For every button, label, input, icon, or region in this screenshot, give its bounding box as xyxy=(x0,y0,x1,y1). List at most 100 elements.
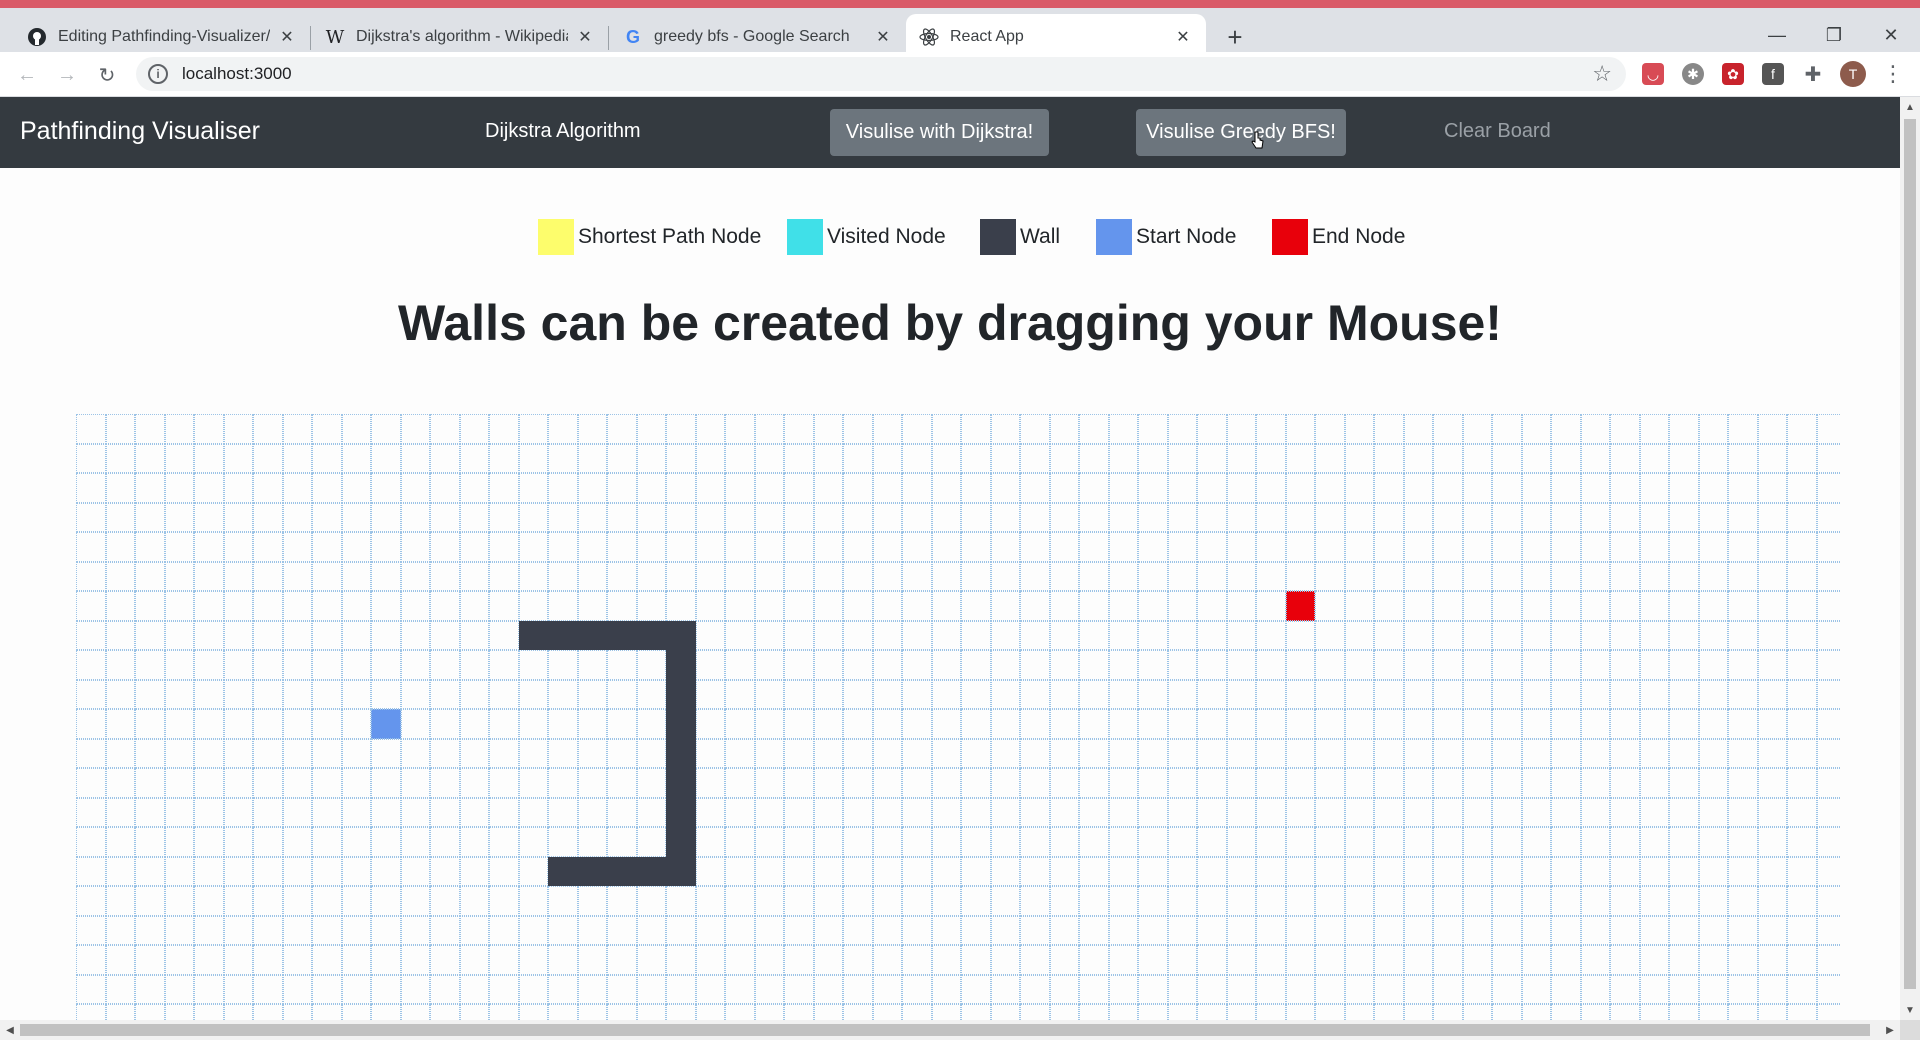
grid-cell[interactable] xyxy=(607,502,637,532)
grid-cell[interactable] xyxy=(459,856,489,886)
grid-cell[interactable] xyxy=(1462,473,1492,503)
grid-cell[interactable] xyxy=(1551,856,1581,886)
grid-cell[interactable] xyxy=(371,532,401,562)
scrollbar-thumb[interactable] xyxy=(1904,119,1916,989)
grid-cell[interactable] xyxy=(961,797,991,827)
grid-cell[interactable] xyxy=(1698,620,1728,650)
grid-cell[interactable] xyxy=(1108,532,1138,562)
grid-cell[interactable] xyxy=(931,591,961,621)
grid-cell[interactable] xyxy=(223,886,253,916)
grid-cell[interactable] xyxy=(459,561,489,591)
grid-cell[interactable] xyxy=(341,709,371,739)
grid-cell[interactable] xyxy=(1551,620,1581,650)
grid-cell[interactable] xyxy=(1285,827,1315,857)
grid-cell[interactable] xyxy=(931,532,961,562)
grid-cell[interactable] xyxy=(1580,797,1610,827)
grid-cell[interactable] xyxy=(1315,532,1345,562)
grid-cell[interactable] xyxy=(1521,591,1551,621)
grid-cell[interactable] xyxy=(1049,797,1079,827)
grid-cell[interactable] xyxy=(695,473,725,503)
pathfinding-grid[interactable] xyxy=(76,414,1841,1020)
grid-cell[interactable] xyxy=(1403,502,1433,532)
grid-cell[interactable] xyxy=(961,738,991,768)
grid-cell[interactable] xyxy=(1079,886,1109,916)
grid-cell[interactable] xyxy=(1551,502,1581,532)
grid-cell[interactable] xyxy=(872,915,902,945)
grid-cell[interactable] xyxy=(843,591,873,621)
grid-cell[interactable] xyxy=(76,532,106,562)
grid-cell[interactable] xyxy=(843,738,873,768)
grid-cell[interactable] xyxy=(1433,561,1463,591)
grid-cell[interactable] xyxy=(1403,827,1433,857)
grid-cell[interactable] xyxy=(1344,738,1374,768)
grid-cell[interactable] xyxy=(931,945,961,975)
grid-cell[interactable] xyxy=(725,620,755,650)
grid-cell[interactable] xyxy=(961,856,991,886)
grid-cell[interactable] xyxy=(1374,945,1404,975)
grid-cell[interactable] xyxy=(1079,679,1109,709)
grid-cell[interactable] xyxy=(1757,856,1787,886)
grid-cell[interactable] xyxy=(282,915,312,945)
grid-cell[interactable] xyxy=(843,856,873,886)
grid-cell[interactable] xyxy=(164,856,194,886)
grid-cell[interactable] xyxy=(371,679,401,709)
grid-cell[interactable] xyxy=(371,738,401,768)
grid-cell[interactable] xyxy=(1816,709,1841,739)
grid-cell[interactable] xyxy=(1757,827,1787,857)
grid-cell[interactable] xyxy=(253,945,283,975)
grid-cell[interactable] xyxy=(636,886,666,916)
grid-cell[interactable] xyxy=(1787,738,1817,768)
grid-cell[interactable] xyxy=(1757,1004,1787,1020)
grid-cell[interactable] xyxy=(1757,473,1787,503)
grid-cell[interactable] xyxy=(135,591,165,621)
grid-cell[interactable] xyxy=(400,650,430,680)
grid-cell[interactable] xyxy=(1669,915,1699,945)
grid-cell[interactable] xyxy=(813,620,843,650)
grid-cell[interactable] xyxy=(961,915,991,945)
grid-cell[interactable] xyxy=(223,502,253,532)
grid-cell[interactable] xyxy=(459,827,489,857)
grid-cell[interactable] xyxy=(1816,886,1841,916)
grid-cell[interactable] xyxy=(607,650,637,680)
grid-cell[interactable] xyxy=(105,797,135,827)
grid-cell[interactable] xyxy=(1167,591,1197,621)
grid-cell[interactable] xyxy=(1639,797,1669,827)
grid-cell[interactable] xyxy=(489,1004,519,1020)
grid-cell[interactable] xyxy=(813,886,843,916)
grid-cell[interactable] xyxy=(312,473,342,503)
grid-cell[interactable] xyxy=(1344,974,1374,1004)
grid-cell[interactable] xyxy=(1521,709,1551,739)
grid-cell[interactable] xyxy=(489,915,519,945)
grid-cell[interactable] xyxy=(400,1004,430,1020)
grid-cell[interactable] xyxy=(754,679,784,709)
grid-cell[interactable] xyxy=(1787,827,1817,857)
grid-cell[interactable] xyxy=(1020,974,1050,1004)
grid-cell[interactable] xyxy=(1079,443,1109,473)
grid-cell[interactable] xyxy=(341,1004,371,1020)
grid-cell[interactable] xyxy=(784,768,814,798)
grid-cell[interactable] xyxy=(548,768,578,798)
grid-cell[interactable] xyxy=(341,797,371,827)
grid-cell[interactable] xyxy=(76,709,106,739)
grid-cell[interactable] xyxy=(253,797,283,827)
grid-cell[interactable] xyxy=(1197,886,1227,916)
grid-cell[interactable] xyxy=(931,473,961,503)
grid-cell[interactable] xyxy=(754,650,784,680)
grid-cell[interactable] xyxy=(1462,591,1492,621)
grid-cell[interactable] xyxy=(1138,414,1168,444)
grid-cell[interactable] xyxy=(813,561,843,591)
grid-cell[interactable] xyxy=(1698,886,1728,916)
grid-cell[interactable] xyxy=(695,768,725,798)
grid-cell[interactable] xyxy=(1167,797,1197,827)
grid-cell[interactable] xyxy=(459,414,489,444)
grid-cell[interactable] xyxy=(76,650,106,680)
grid-cell[interactable] xyxy=(666,473,696,503)
grid-cell[interactable] xyxy=(1285,473,1315,503)
grid-cell[interactable] xyxy=(1551,974,1581,1004)
grid-cell[interactable] xyxy=(194,679,224,709)
grid-cell[interactable] xyxy=(1344,620,1374,650)
grid-cell[interactable] xyxy=(430,532,460,562)
grid-cell[interactable] xyxy=(1669,886,1699,916)
wall-node[interactable] xyxy=(577,620,607,650)
grid-cell[interactable] xyxy=(725,443,755,473)
